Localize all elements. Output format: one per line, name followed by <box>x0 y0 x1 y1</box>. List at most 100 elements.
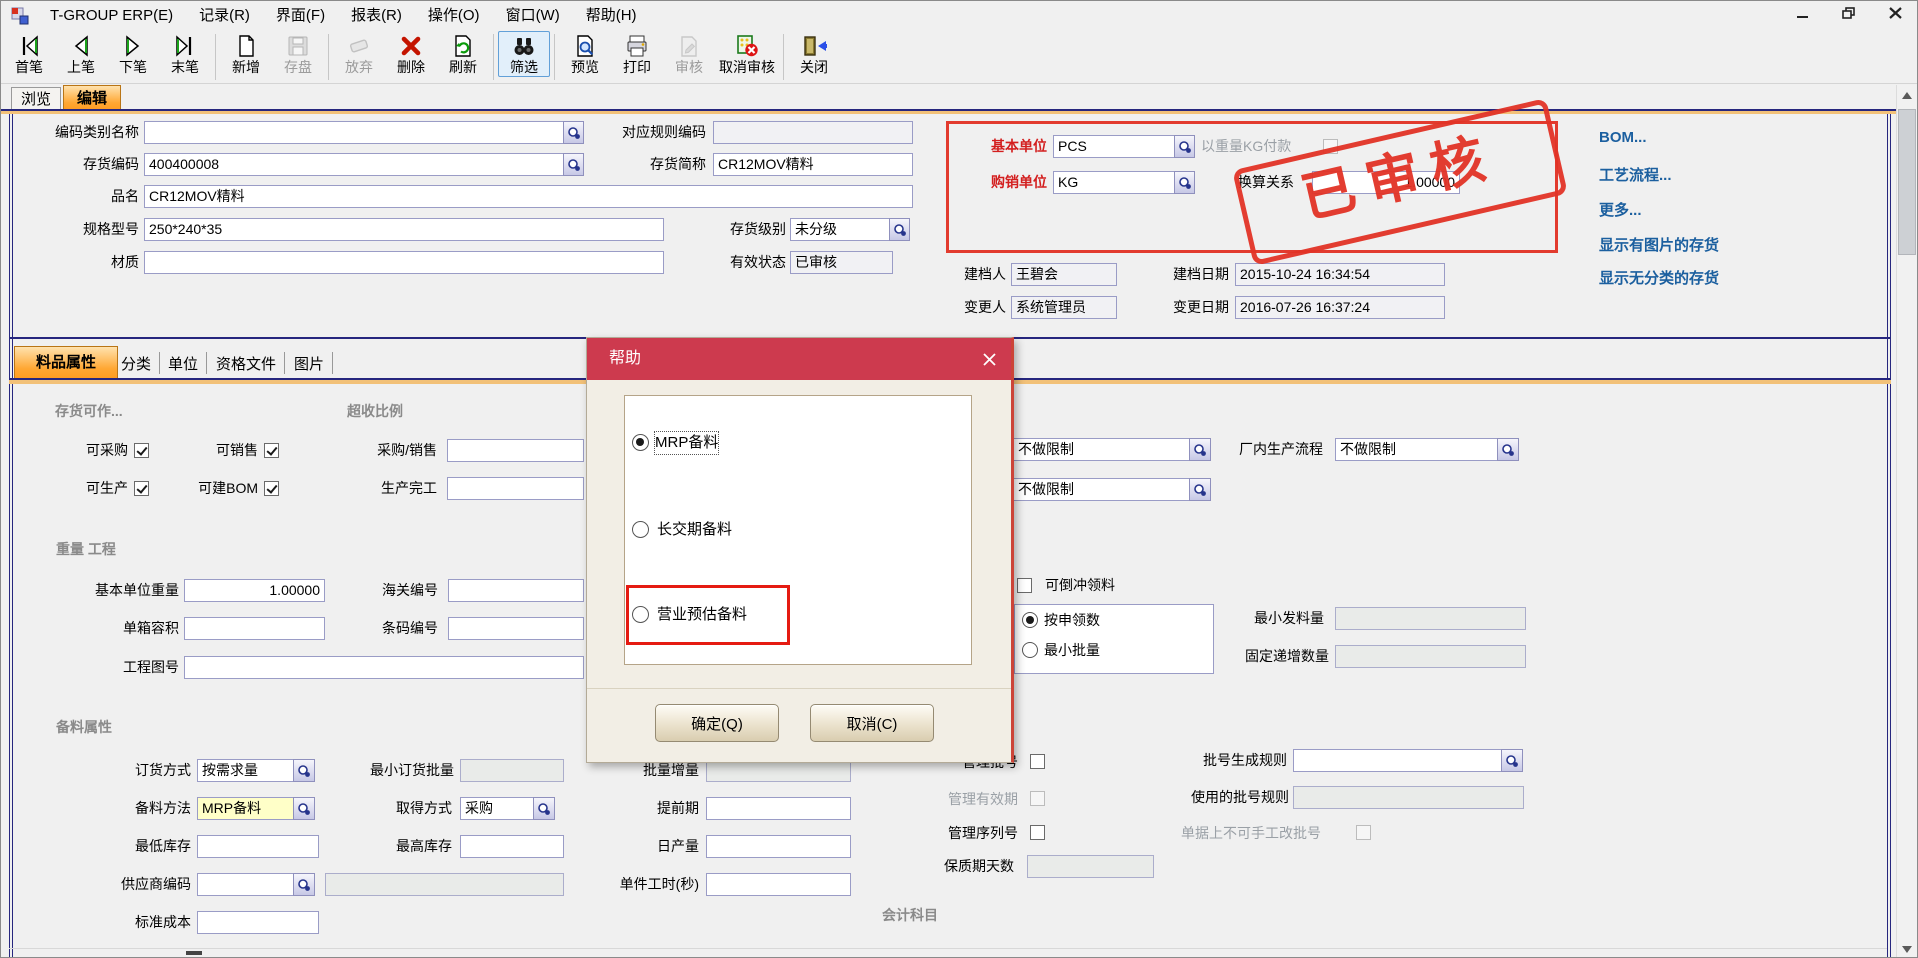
first-record-button[interactable]: 首笔 <box>3 31 55 77</box>
factory-flow-lookup-button[interactable] <box>1497 438 1519 461</box>
help-dialog-header[interactable]: 帮助 <box>587 338 1011 380</box>
tab-browse[interactable]: 浏览 <box>11 87 61 110</box>
link-show-unclassified[interactable]: 显示无分类的存货 <box>1599 267 1719 288</box>
acquire-method-lookup-button[interactable] <box>533 797 555 820</box>
limit-2-lookup-button[interactable] <box>1189 478 1211 501</box>
std-cost-field[interactable] <box>197 911 319 934</box>
order-method-field[interactable]: 按需求量 <box>197 759 294 782</box>
barcode-field[interactable] <box>448 617 584 640</box>
menu-item-interface[interactable]: 界面(F) <box>263 1 338 31</box>
scrollbar-thumb[interactable] <box>1898 109 1916 255</box>
batch-rule-lookup-button[interactable] <box>1501 749 1523 772</box>
trade-unit-lookup-button[interactable] <box>1174 171 1195 194</box>
print-button[interactable]: 打印 <box>611 31 663 77</box>
preview-button[interactable]: 预览 <box>559 31 611 77</box>
bom-checkbox[interactable] <box>264 481 279 496</box>
prev-record-icon <box>68 33 94 59</box>
link-show-with-images[interactable]: 显示有图片的存货 <box>1599 234 1719 255</box>
by-request-radio[interactable] <box>1022 612 1038 628</box>
item-abbr-field[interactable]: CR12MOV精料 <box>713 153 913 176</box>
menu-item-record[interactable]: 记录(R) <box>186 1 263 31</box>
scroll-down-button[interactable] <box>1897 939 1917 958</box>
limit-field-1[interactable]: 不做限制 <box>1013 438 1190 461</box>
batch-rule-field[interactable] <box>1293 749 1502 772</box>
menu-item-operate[interactable]: 操作(O) <box>415 1 493 31</box>
item-level-lookup-button[interactable] <box>889 218 910 241</box>
prep-method-field[interactable]: MRP备料 <box>197 797 294 820</box>
sellable-checkbox[interactable] <box>264 443 279 458</box>
max-stock-field[interactable] <box>460 835 564 858</box>
dialog-cancel-button[interactable]: 取消(C) <box>810 704 934 742</box>
subtab-qualification-files[interactable]: 资格文件 <box>216 353 276 374</box>
subtab-unit[interactable]: 单位 <box>168 353 198 374</box>
base-unit-lookup-button[interactable] <box>1174 135 1195 158</box>
option-long-leadtime-prep[interactable]: 长交期备料 <box>657 519 732 541</box>
menu-item-window[interactable]: 窗口(W) <box>493 1 573 31</box>
purchasable-checkbox[interactable] <box>134 443 149 458</box>
dialog-ok-button[interactable]: 确定(Q) <box>655 704 779 742</box>
supplier-lookup-button[interactable] <box>293 873 315 896</box>
link-process-flow[interactable]: 工艺流程... <box>1599 164 1672 185</box>
next-record-button[interactable]: 下笔 <box>107 31 159 77</box>
item-name-field[interactable]: CR12MOV精料 <box>144 185 913 208</box>
vertical-scrollbar[interactable] <box>1896 85 1917 958</box>
menu-item-app[interactable]: T-GROUP ERP(E) <box>37 1 186 31</box>
producible-checkbox[interactable] <box>134 481 149 496</box>
refresh-button[interactable]: 刷新 <box>437 31 489 77</box>
backflush-checkbox[interactable] <box>1017 578 1032 593</box>
rule-code-field[interactable] <box>713 121 913 144</box>
min-batch-radio[interactable] <box>1022 642 1038 658</box>
long-leadtime-prep-radio[interactable] <box>632 521 649 538</box>
restore-button[interactable] <box>1841 5 1857 21</box>
daily-output-field[interactable] <box>706 835 851 858</box>
spec-field[interactable]: 250*240*35 <box>144 218 664 241</box>
scroll-up-button[interactable] <box>1897 85 1917 105</box>
link-more[interactable]: 更多... <box>1599 199 1642 220</box>
subtab-item-attributes[interactable]: 料品属性 <box>14 346 118 378</box>
lead-time-field[interactable] <box>706 797 851 820</box>
unit-time-field[interactable] <box>706 873 851 896</box>
purchase-sale-ratio-field[interactable] <box>447 439 584 462</box>
minimize-button[interactable] <box>1795 5 1811 21</box>
min-stock-field[interactable] <box>197 835 319 858</box>
customs-code-field[interactable] <box>448 579 584 602</box>
new-button[interactable]: 新增 <box>220 31 272 77</box>
limit-field-2[interactable]: 不做限制 <box>1013 478 1190 501</box>
box-volume-field[interactable] <box>184 617 325 640</box>
base-unit-field[interactable]: PCS <box>1053 135 1175 158</box>
material-field[interactable] <box>144 251 664 274</box>
prev-record-button[interactable]: 上笔 <box>55 31 107 77</box>
factory-flow-field[interactable]: 不做限制 <box>1335 438 1498 461</box>
tab-edit[interactable]: 编辑 <box>63 85 121 110</box>
prod-finish-ratio-field[interactable] <box>447 477 584 500</box>
mrp-prep-radio[interactable] <box>632 434 649 451</box>
menu-item-report[interactable]: 报表(R) <box>338 1 415 31</box>
option-mrp-prep[interactable]: MRP备料 <box>655 432 718 454</box>
prep-method-lookup-button[interactable] <box>293 797 315 820</box>
subtab-images[interactable]: 图片 <box>294 353 324 374</box>
order-method-lookup-button[interactable] <box>293 759 315 782</box>
supplier-code-field[interactable] <box>197 873 294 896</box>
code-category-field[interactable] <box>144 121 564 144</box>
manage-batch-checkbox[interactable] <box>1030 754 1045 769</box>
acquire-method-field[interactable]: 采购 <box>460 797 534 820</box>
subtab-classification[interactable]: 分类 <box>121 353 151 374</box>
close-form-button[interactable]: 关闭 <box>788 31 840 77</box>
item-code-field[interactable]: 400400008 <box>144 153 564 176</box>
delete-button[interactable]: 删除 <box>385 31 437 77</box>
trade-unit-field[interactable]: KG <box>1053 171 1175 194</box>
menu-item-help[interactable]: 帮助(H) <box>573 1 650 31</box>
base-weight-field[interactable]: 1.00000 <box>184 579 325 602</box>
close-button[interactable] <box>1887 5 1903 21</box>
drawing-no-field[interactable] <box>184 656 584 679</box>
code-category-lookup-button[interactable] <box>563 121 584 144</box>
manage-serial-checkbox[interactable] <box>1030 825 1045 840</box>
item-level-field[interactable]: 未分级 <box>790 218 890 241</box>
dialog-close-button[interactable] <box>979 349 999 369</box>
cancel-audit-button[interactable]: 取消审核 <box>715 31 779 77</box>
link-bom[interactable]: BOM... <box>1599 129 1647 146</box>
limit-1-lookup-button[interactable] <box>1189 438 1211 461</box>
filter-button[interactable]: 筛选 <box>498 31 550 77</box>
last-record-button[interactable]: 末笔 <box>159 31 211 77</box>
item-code-lookup-button[interactable] <box>563 153 584 176</box>
